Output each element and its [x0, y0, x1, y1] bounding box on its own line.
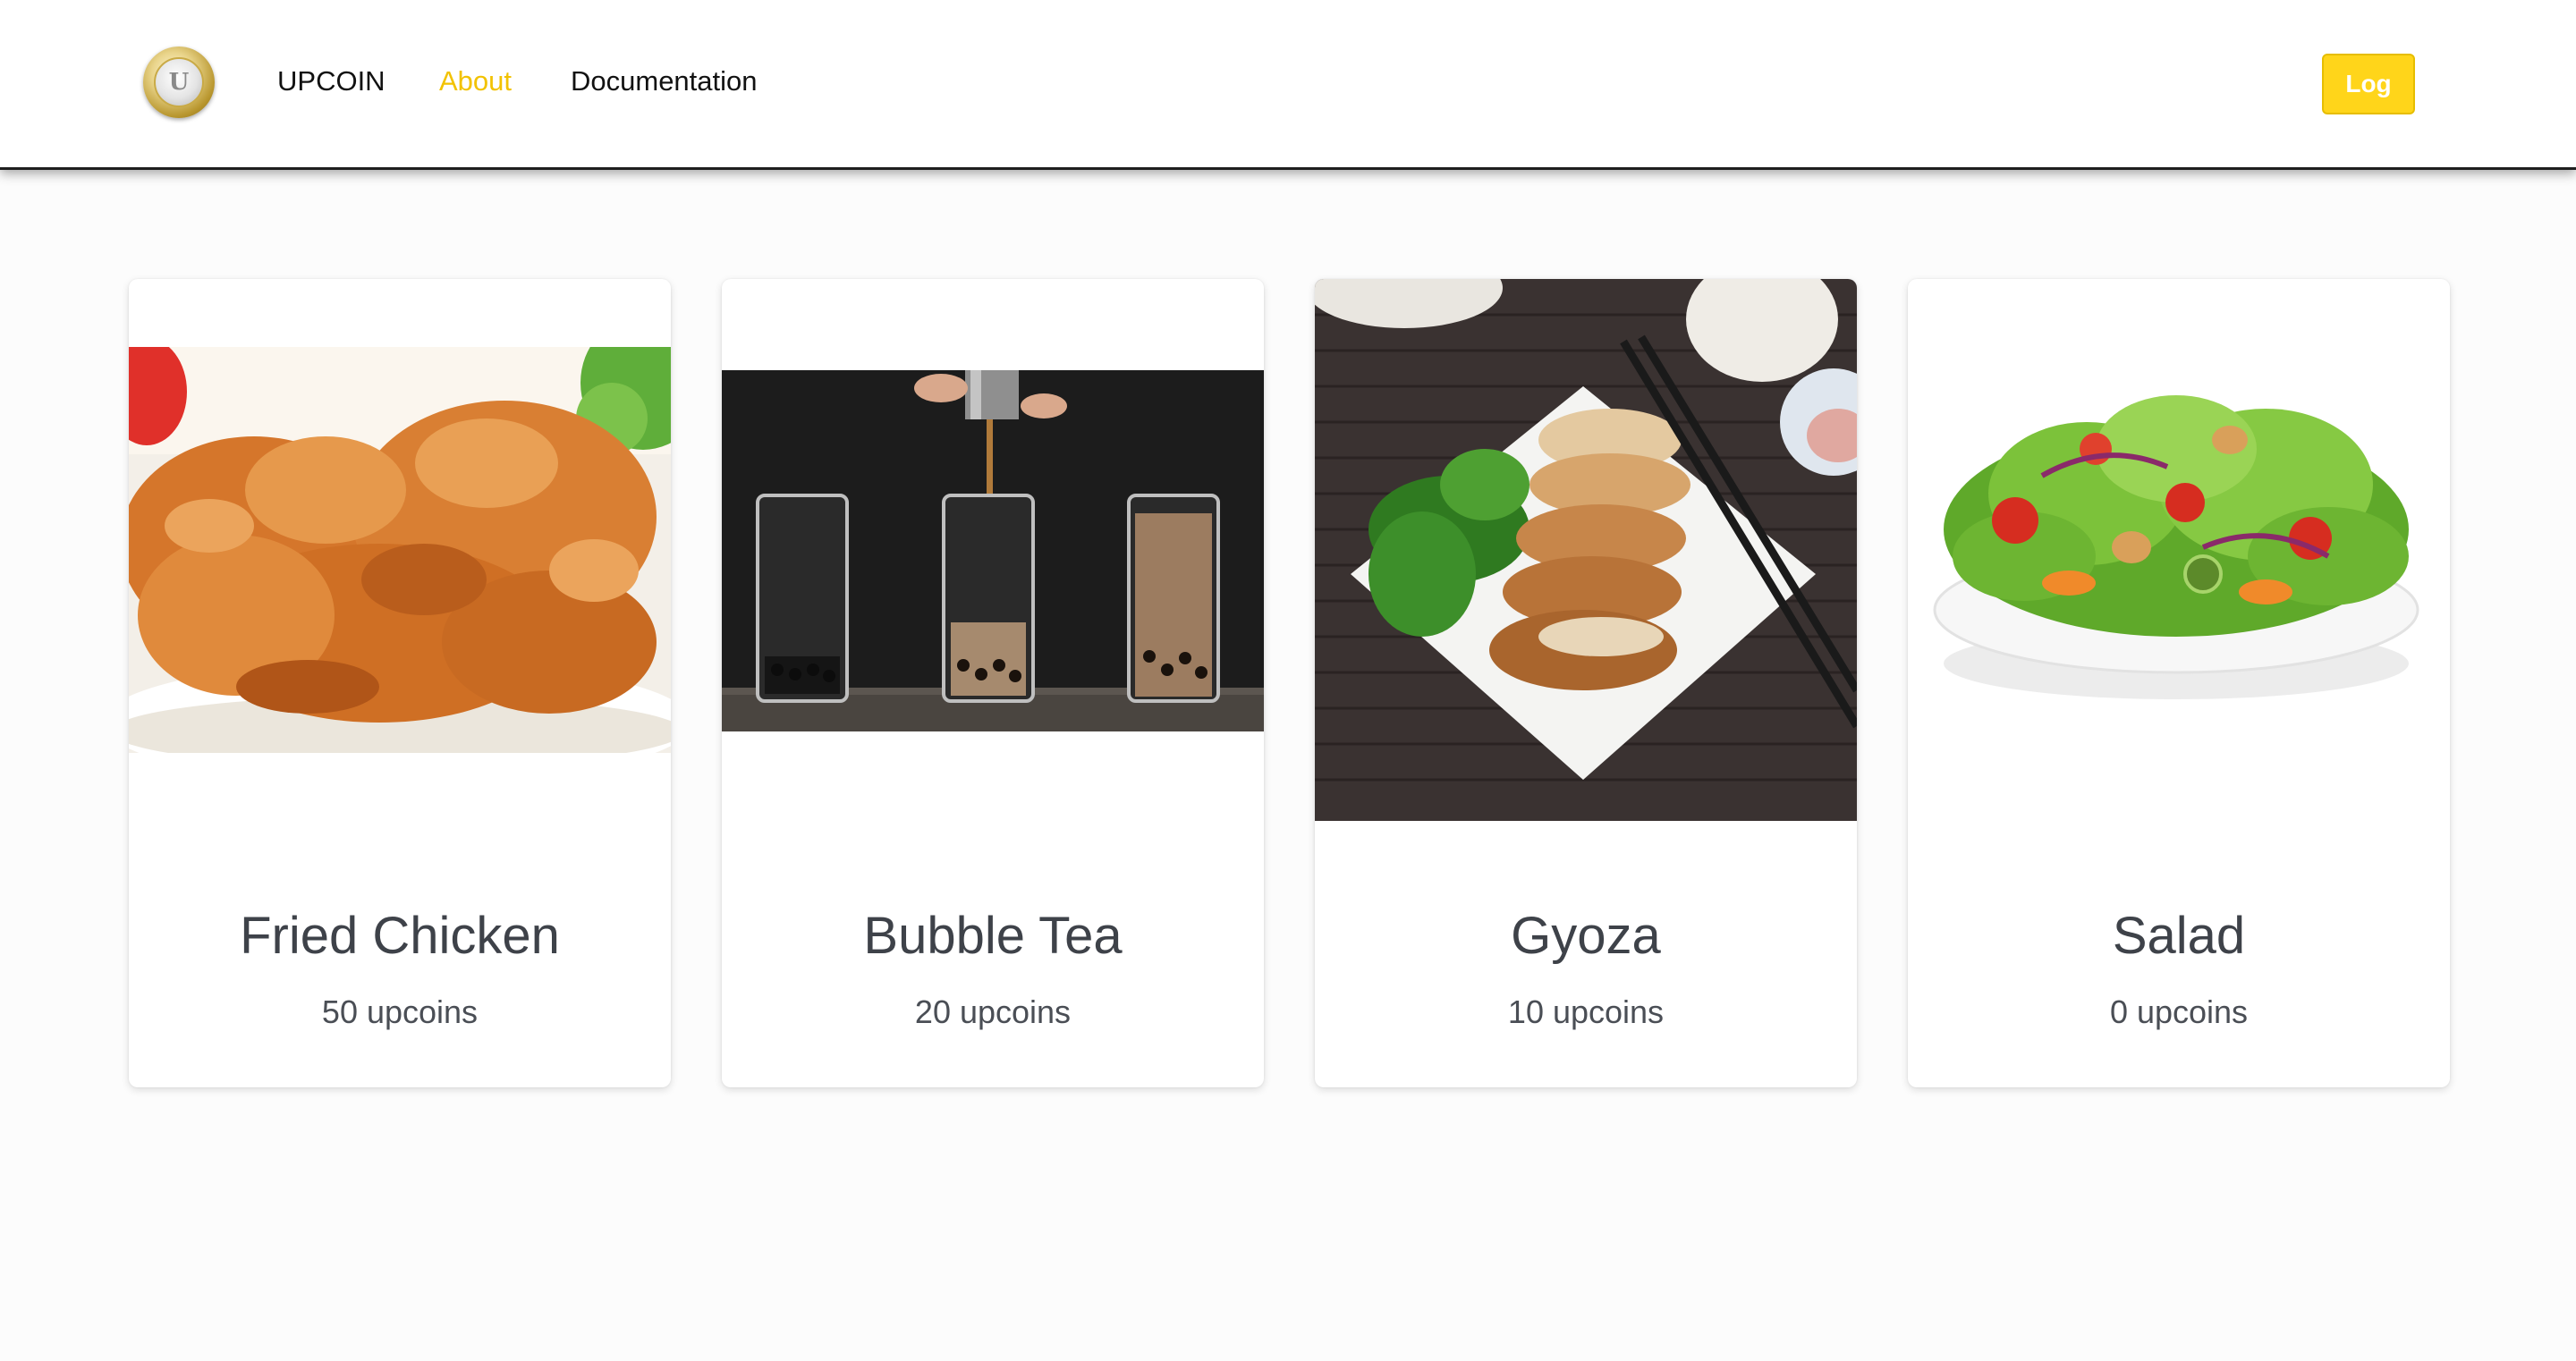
product-price: 10 upcoins	[1507, 993, 1665, 1030]
product-price: 50 upcoins	[321, 993, 479, 1030]
fried-chicken-photo-icon	[129, 347, 671, 753]
top-navbar: U UPCOIN About Documentation Log	[0, 0, 2576, 170]
product-name: Salad	[2112, 907, 2246, 965]
salad-image	[1908, 351, 2450, 726]
nav-link-about[interactable]: About	[439, 63, 512, 100]
gyoza-image	[1315, 279, 1857, 821]
upcoin-logo-icon[interactable]: U	[143, 46, 215, 118]
product-price: 0 upcoins	[2109, 993, 2249, 1030]
product-name: Gyoza	[1511, 907, 1661, 965]
product-name: Fried Chicken	[240, 907, 560, 965]
product-price: 20 upcoins	[914, 993, 1072, 1030]
product-card-bubble-tea[interactable]: Bubble Tea 20 upcoins	[722, 279, 1264, 1087]
bubble-tea-photo-icon	[722, 370, 1264, 731]
product-card-gyoza[interactable]: Gyoza 10 upcoins	[1315, 279, 1857, 1087]
bubble-tea-image	[722, 370, 1264, 731]
product-name: Bubble Tea	[863, 907, 1123, 965]
log-button[interactable]: Log	[2322, 54, 2415, 114]
gyoza-photo-icon	[1315, 279, 1857, 821]
nav-brand-link[interactable]: UPCOIN	[277, 63, 386, 100]
product-card-salad[interactable]: Salad 0 upcoins	[1908, 279, 2450, 1087]
salad-photo-icon	[1908, 351, 2450, 726]
product-card-fried-chicken[interactable]: Fried Chicken 50 upcoins	[129, 279, 671, 1087]
nav-link-documentation[interactable]: Documentation	[571, 63, 758, 100]
fried-chicken-image	[129, 347, 671, 753]
